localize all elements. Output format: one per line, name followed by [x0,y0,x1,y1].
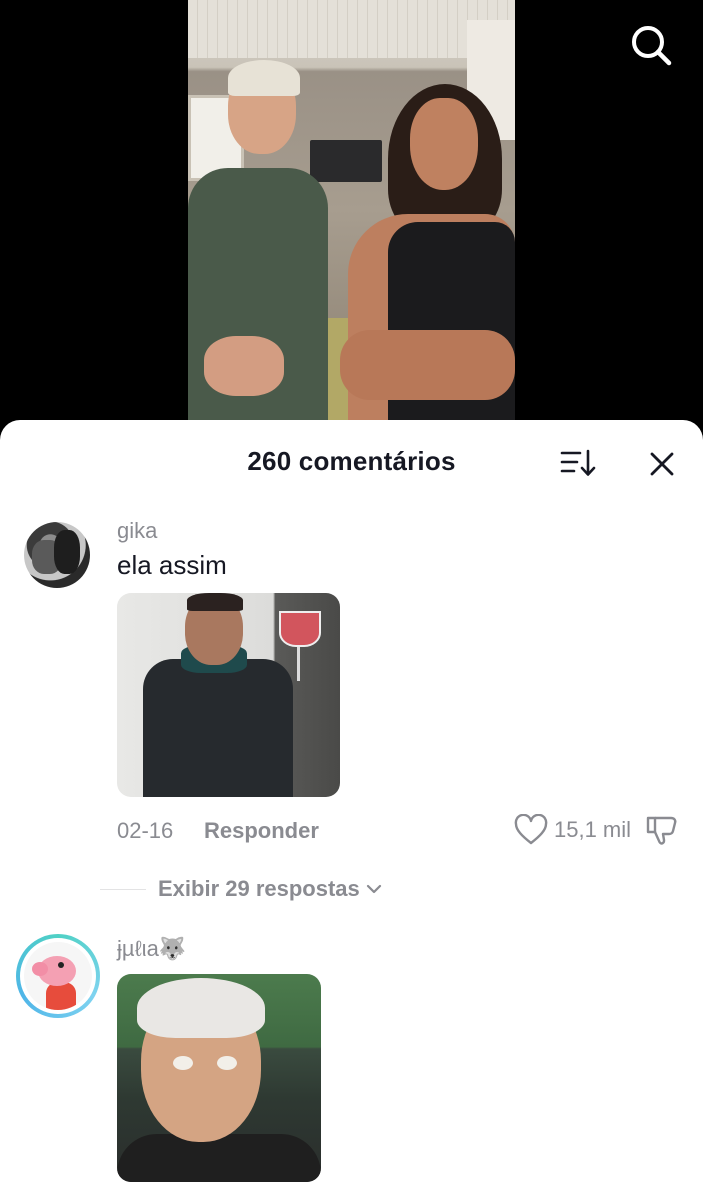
video-tv [310,140,382,182]
image-character-eye [173,1056,193,1070]
search-icon [632,26,672,66]
video-person-left-hands [204,336,284,396]
image-wine-glass-stem [297,643,300,681]
sort-icon [560,449,596,476]
close-button[interactable] [646,448,678,480]
comment-image[interactable] [117,974,321,1182]
view-replies-row: Exibir 29 respostas [100,876,382,902]
comment-text: ela assim [117,550,227,580]
comments-sheet: 260 comentários gika ela assim 02-16 Res… [0,420,703,1200]
comment-username[interactable]: gika [117,518,157,544]
avatar[interactable] [16,934,100,1018]
like-button[interactable]: 15,1 mil [514,814,631,846]
avatar[interactable] [24,522,90,588]
replies-divider [100,888,146,890]
image-figure-coat [143,659,293,797]
avatar-pig-snout [32,962,48,976]
sort-button[interactable] [560,448,596,478]
image-figure-hair [187,593,243,611]
avatar-pig-body [46,982,76,1010]
video-player[interactable] [0,0,703,440]
video-person-right-arms [340,330,515,400]
image-character-eye [217,1056,237,1070]
video-ceiling [188,0,515,58]
chevron-down-icon [366,884,381,894]
image-character-shirt [117,1134,321,1182]
video-person-left-hair [228,60,300,96]
video-frame [188,0,515,420]
dislike-icon [646,816,677,845]
close-icon [650,452,674,476]
search-button[interactable] [628,22,674,68]
image-character-hair [137,978,265,1038]
avatar-photo-part [54,530,80,574]
avatar-pig-eye [58,962,64,968]
comment-image[interactable] [117,593,340,797]
like-count: 15,1 mil [554,817,632,842]
comments-count-title: 260 comentários [247,446,456,476]
view-replies-button[interactable]: Exibir 29 respostas [158,876,382,902]
heart-icon [514,814,548,845]
image-wine-glass [279,611,321,647]
comment-username[interactable]: ɉµℓιa🐺 [117,936,186,962]
comment-date: 02-16 [117,818,174,843]
video-person-right-head [410,98,478,190]
reply-button[interactable]: Responder [204,818,319,844]
dislike-button[interactable] [644,812,680,848]
comments-header: 260 comentários [0,420,703,500]
view-replies-label: Exibir 29 respostas [158,876,360,901]
avatar-picture [24,942,92,1010]
